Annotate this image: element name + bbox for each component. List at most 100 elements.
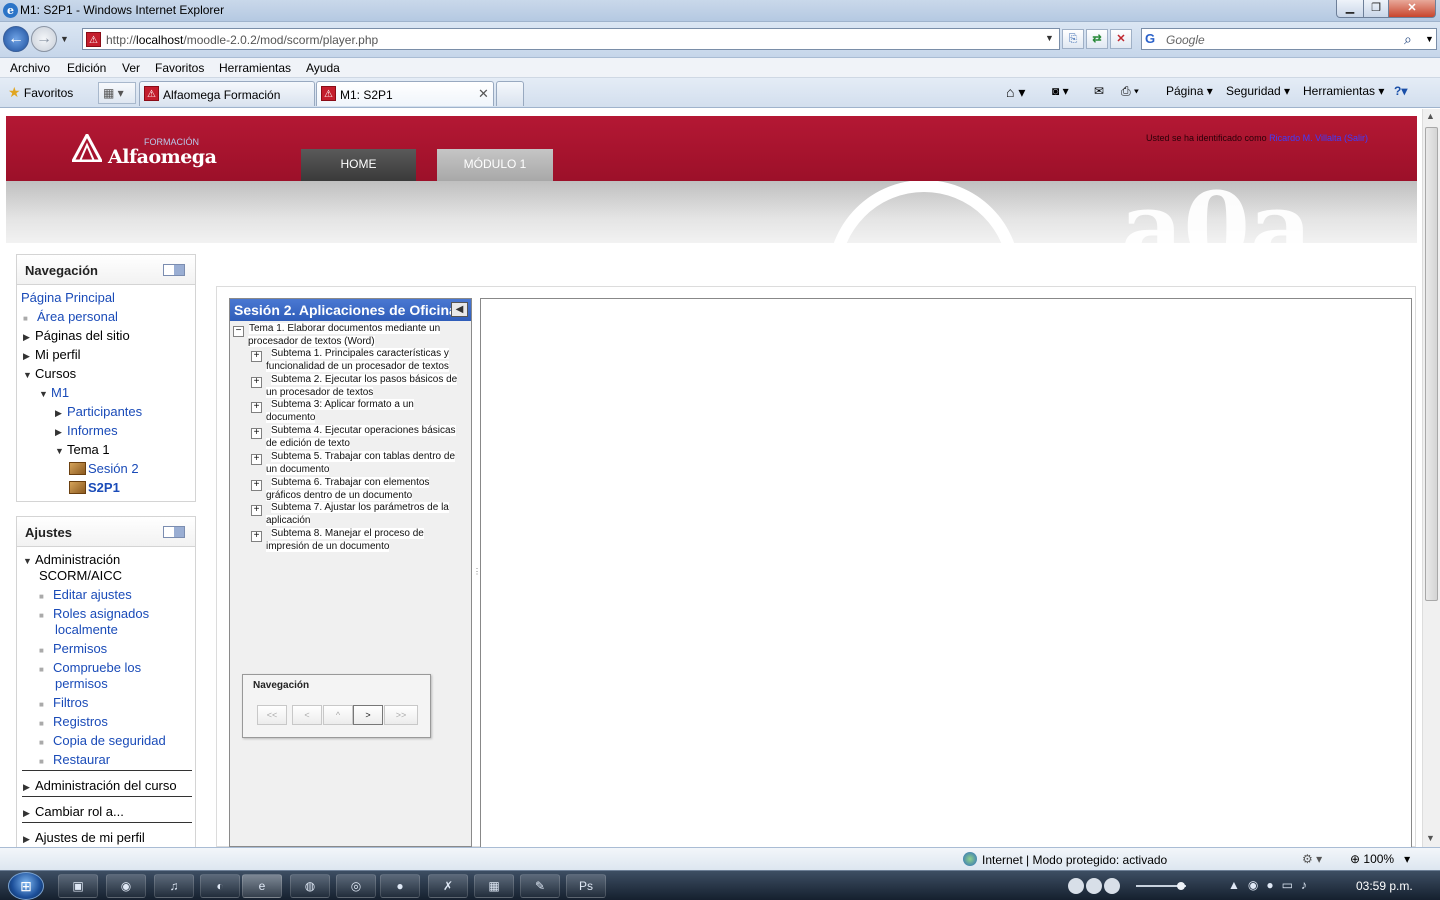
help-icon[interactable]: ?▾ (1394, 84, 1407, 98)
home-icon[interactable]: ⌂ ▾ (1006, 84, 1025, 101)
minimize-button[interactable]: ▁ (1336, 0, 1364, 18)
collapse-node-icon[interactable]: − (233, 326, 244, 337)
nav-item-informes[interactable]: ▶ Informes (55, 423, 118, 438)
expand-node-icon[interactable]: + (251, 453, 262, 465)
nav-item-participantes[interactable]: ▶ Participantes (55, 404, 142, 419)
settings-item-scorm-aicc[interactable]: SCORM/AICC (39, 568, 122, 583)
taskbar-clock[interactable]: 03:59 p.m. (1356, 879, 1413, 893)
search-input[interactable]: G Google ⌕ ▼ (1141, 28, 1437, 50)
close-tab-icon[interactable]: ✕ (478, 86, 489, 102)
toc-subtema-2[interactable]: un procesador de textos (266, 386, 374, 399)
toc-subtema-4[interactable]: de edición de texto (266, 437, 350, 450)
taskbar-chrome-icon[interactable]: ◉ (106, 874, 146, 898)
settings-item-editar-ajustes[interactable]: ■ Editar ajustes (39, 587, 132, 602)
expand-node-icon[interactable]: + (251, 428, 262, 440)
protected-mode-icon[interactable]: ⚙ ▾ (1302, 852, 1322, 866)
taskbar-ie-icon[interactable]: e (242, 874, 282, 898)
security-menu[interactable]: Seguridad ▾ (1226, 84, 1290, 98)
settings-item-admin-curso[interactable]: ▶ Administración del curso (23, 778, 177, 793)
taskbar-app4-icon[interactable]: ▦ (474, 874, 514, 898)
expand-node-icon[interactable]: + (251, 530, 262, 542)
toc-subtema-3[interactable]: documento (266, 411, 316, 424)
toc-tema-1[interactable]: Tema 1. Elaborar documentos mediante un (249, 322, 441, 335)
logout-link[interactable]: (Salir) (1344, 133, 1368, 143)
favorites-button[interactable]: ★ Favoritos (8, 84, 73, 101)
menu-herramientas[interactable]: Herramientas (219, 61, 291, 75)
nav-item-s2p1[interactable]: S2P1 (69, 480, 120, 495)
toc-subtema-7[interactable]: Subtema 7. Ajustar los parámetros de la (271, 501, 449, 514)
toc-subtema-6[interactable]: gráficos dentro de un documento (266, 489, 413, 502)
compatibility-view-icon[interactable]: ⎘ (1062, 29, 1084, 49)
nav-item-cursos[interactable]: ▼ Cursos (23, 366, 76, 381)
panel-splitter-handle[interactable]: ⋮ (473, 567, 481, 579)
media-player-controls-icon[interactable] (1066, 876, 1216, 896)
address-dropdown-icon[interactable]: ▼ (1045, 33, 1054, 43)
toc-subtema-8[interactable]: Subtema 8. Manejar el proceso de (271, 527, 424, 540)
nav-item-paginas-del-sitio[interactable]: ▶ Páginas del sitio (23, 328, 130, 343)
toc-subtema-1[interactable]: funcionalidad de un procesador de textos (266, 360, 449, 373)
scroll-up-icon[interactable]: ▲ (1426, 111, 1435, 121)
menu-ver[interactable]: Ver (122, 61, 140, 75)
toc-subtema-5[interactable]: un documento (266, 463, 330, 476)
expand-node-icon[interactable]: + (251, 351, 262, 362)
nav-item-pagina-principal[interactable]: Página Principal (21, 290, 115, 305)
zoom-level[interactable]: ⊕ 100% ▾ (1350, 852, 1410, 866)
toc-subtema-2[interactable]: Subtema 2. Ejecutar los pasos básicos de (271, 373, 458, 386)
mail-icon[interactable]: ✉ (1094, 84, 1104, 98)
media-controls[interactable] (1066, 876, 1216, 896)
address-input[interactable]: ⚠ http://localhost/moodle-2.0.2/mod/scor… (82, 28, 1060, 50)
settings-item-permisos[interactable]: ■ Permisos (39, 641, 107, 656)
menu-archivo[interactable]: Archivo (10, 61, 50, 75)
system-tray-icons[interactable]: ▲◉●▭♪ (1228, 878, 1315, 892)
scroll-down-icon[interactable]: ▼ (1426, 833, 1435, 843)
nav-item-sesion-2[interactable]: Sesión 2 (69, 461, 139, 476)
taskbar-globe-icon[interactable]: ◍ (290, 874, 330, 898)
scorm-next-button[interactable]: > (353, 705, 383, 725)
settings-item-compruebe-permisos[interactable]: ■ Compruebe los (39, 660, 141, 675)
print-icon[interactable]: ⎙ ▾ (1121, 84, 1139, 99)
scorm-previous-button[interactable]: < (292, 705, 322, 725)
expand-node-icon[interactable]: + (251, 479, 262, 491)
nav-item-m1[interactable]: ▼ M1 (39, 385, 69, 400)
settings-item-ajustes-perfil[interactable]: ▶ Ajustes de mi perfil (23, 830, 145, 845)
nav-item-area-personal[interactable]: ■ Área personal (23, 309, 118, 324)
nav-home-tab[interactable]: HOME (301, 149, 416, 181)
dock-block-icon[interactable] (163, 526, 185, 538)
toc-subtema-5[interactable]: Subtema 5. Trabajar con tablas dentro de (271, 450, 456, 463)
search-options-dropdown-icon[interactable]: ▼ (1425, 34, 1434, 44)
back-button[interactable]: ← (3, 26, 29, 52)
settings-item-roles-asignados-2[interactable]: localmente (55, 622, 118, 637)
page-vertical-scrollbar[interactable]: ▲ ▼ (1422, 109, 1440, 847)
menu-ayuda[interactable]: Ayuda (306, 61, 340, 75)
taskbar-photoshop-icon[interactable]: Ps (566, 874, 606, 898)
tab-alfaomega-formacion[interactable]: ⚠ Alfaomega Formación (139, 81, 315, 106)
settings-item-restaurar[interactable]: ■ Restaurar (39, 752, 110, 767)
menu-edicion[interactable]: Edición (67, 61, 106, 75)
toc-subtema-7[interactable]: aplicación (266, 514, 311, 527)
settings-item-roles-asignados[interactable]: ■ Roles asignados (39, 606, 149, 621)
taskbar-media-icon[interactable]: ♫ (154, 874, 194, 898)
expand-node-icon[interactable]: + (251, 402, 262, 414)
taskbar-app3-icon[interactable]: ● (380, 874, 420, 898)
tab-m1-s2p1[interactable]: ⚠ M1: S2P1 ✕ (316, 81, 494, 106)
address-url[interactable]: http://localhost/moodle-2.0.2/mod/scorm/… (106, 33, 378, 47)
quick-tabs-button[interactable]: ▦ ▾ (98, 82, 136, 104)
search-icon[interactable]: ⌕ (1404, 31, 1412, 48)
taskbar-app2-icon[interactable]: ◎ (336, 874, 376, 898)
security-zone-text[interactable]: Internet | Modo protegido: activado (982, 853, 1167, 867)
stop-icon[interactable]: ✕ (1110, 29, 1132, 49)
settings-item-registros[interactable]: ■ Registros (39, 714, 108, 729)
scorm-last-button[interactable]: >> (384, 705, 418, 725)
toc-subtema-8[interactable]: impresión de un documento (266, 540, 390, 553)
expand-node-icon[interactable]: + (251, 505, 262, 517)
taskbar-app-icon[interactable]: ◐ (200, 874, 240, 898)
page-menu[interactable]: Página ▾ (1166, 84, 1213, 98)
tools-menu[interactable]: Herramientas ▾ (1303, 84, 1384, 98)
close-button[interactable]: ✕ (1388, 0, 1436, 18)
nav-module-tab[interactable]: MÓDULO 1 (437, 149, 553, 181)
scorm-up-button[interactable]: ^ (323, 705, 353, 725)
settings-item-administracion[interactable]: ▼ Administración (23, 552, 120, 567)
taskbar-flash-icon[interactable]: ✗ (428, 874, 468, 898)
recent-pages-dropdown-icon[interactable]: ▼ (60, 34, 69, 44)
scorm-first-button[interactable]: << (257, 705, 287, 725)
